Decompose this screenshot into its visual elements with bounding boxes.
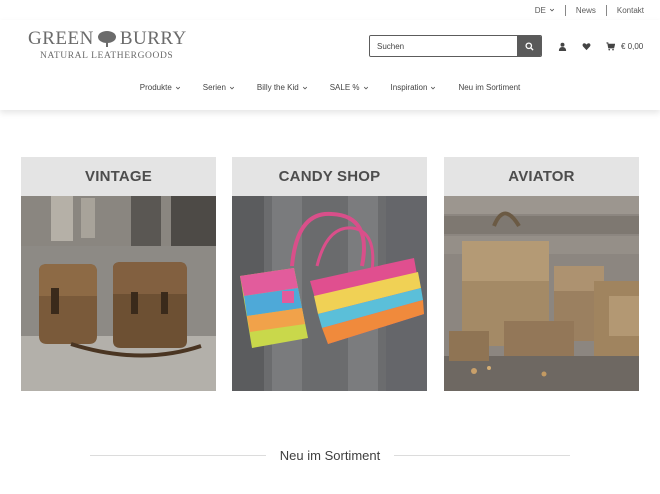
divider — [605, 4, 607, 16]
divider — [564, 4, 566, 16]
search-bar — [369, 35, 542, 57]
header-actions: € 0,00 — [556, 39, 643, 53]
nav-label: SALE % — [329, 83, 360, 92]
user-icon — [558, 42, 566, 51]
cart-total[interactable]: € 0,00 — [621, 42, 643, 51]
contact-link[interactable]: Kontakt — [617, 6, 644, 15]
aviator-bags-image — [444, 196, 639, 391]
section-heading: Neu im Sortiment — [279, 447, 381, 463]
nav-item-sale[interactable]: SALE % — [330, 83, 369, 92]
category-image-aviator[interactable] — [444, 196, 639, 391]
nav-label: Serien — [202, 83, 226, 92]
candy-shop-bags-image — [232, 196, 427, 391]
nav-label: Neu im Sortiment — [458, 83, 521, 92]
cart-icon — [605, 41, 615, 50]
nav-item-neu-im-sortiment[interactable]: Neu im Sortiment — [458, 83, 520, 92]
cart-button[interactable] — [604, 40, 616, 52]
nav-item-produkte[interactable]: Produkte — [140, 83, 181, 92]
wishlist-button[interactable] — [580, 40, 592, 52]
logo-word-burry: BURRY — [119, 28, 187, 49]
language-selector[interactable]: DE — [535, 6, 555, 15]
category-image-candy-shop[interactable] — [232, 196, 427, 391]
chevron-down-icon — [175, 86, 180, 89]
nav-item-inspiration[interactable]: Inspiration — [391, 83, 437, 92]
search-icon — [524, 41, 534, 51]
chevron-down-icon — [431, 86, 436, 89]
section-new-arrivals: Neu im Sortiment — [90, 445, 571, 465]
vintage-bags-image — [21, 196, 216, 391]
logo-tagline: NATURAL LEATHERGOODS — [40, 51, 174, 61]
category-title: VINTAGE — [85, 168, 152, 185]
heart-icon — [582, 42, 590, 50]
category-image-vintage[interactable] — [21, 196, 216, 391]
nav-label: Inspiration — [390, 83, 428, 92]
main-navigation: Produkte Serien Billy the Kid SALE % Ins… — [0, 83, 660, 92]
news-link[interactable]: News — [576, 6, 596, 15]
category-card-candy-shop[interactable]: CANDY SHOP — [232, 157, 427, 391]
tree-icon — [97, 31, 116, 47]
category-grid: VINTAGE CANDY SHOP AVIATOR — [21, 157, 639, 391]
account-button[interactable] — [556, 40, 568, 52]
category-card-vintage[interactable]: VINTAGE — [21, 157, 216, 391]
nav-item-billy-the-kid[interactable]: Billy the Kid — [257, 83, 308, 92]
divider — [394, 454, 571, 456]
site-header: GREEN BURRY NATURAL LEATHERGOODS € 0,00 … — [0, 20, 660, 110]
language-label: DE — [534, 5, 546, 15]
category-card-aviator[interactable]: AVIATOR — [444, 157, 639, 391]
nav-label: Billy the Kid — [256, 83, 299, 92]
chevron-down-icon — [549, 8, 554, 12]
divider — [90, 454, 266, 456]
top-bar: DE News Kontakt — [535, 0, 644, 20]
logo-wordmark: GREEN BURRY — [28, 28, 198, 50]
logo-word-green: GREEN — [28, 28, 94, 49]
nav-item-serien[interactable]: Serien — [203, 83, 235, 92]
search-input[interactable] — [370, 36, 517, 56]
chevron-down-icon — [363, 86, 368, 89]
category-title: AVIATOR — [508, 168, 575, 185]
chevron-down-icon — [229, 86, 235, 89]
logo[interactable]: GREEN BURRY NATURAL LEATHERGOODS — [28, 28, 198, 64]
search-button[interactable] — [517, 36, 541, 56]
nav-label: Produkte — [139, 83, 172, 92]
category-title: CANDY SHOP — [278, 168, 381, 185]
chevron-down-icon — [302, 86, 307, 89]
